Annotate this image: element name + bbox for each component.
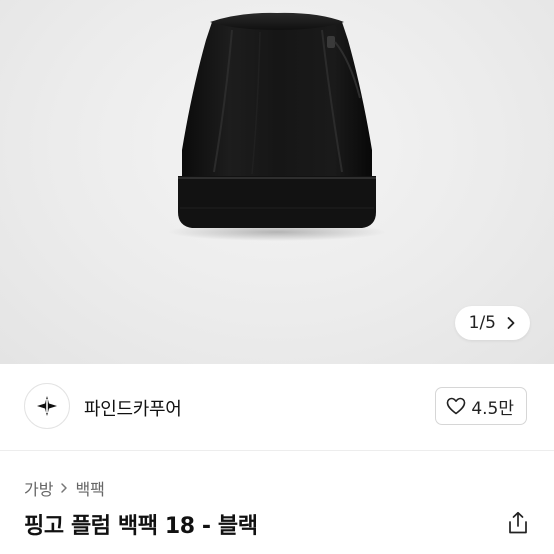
product-page: 1/5 파인드카푸어 4.5만 가방 백팩 핑고 플럼 백팩 18 - 블랙 xyxy=(0,0,554,554)
product-image-gallery[interactable]: 1/5 xyxy=(0,0,554,364)
like-count: 4.5만 xyxy=(471,398,514,419)
chevron-right-icon xyxy=(507,317,515,329)
heart-icon xyxy=(447,397,466,415)
chevron-right-icon xyxy=(61,483,68,493)
shop-info-row: 파인드카푸어 4.5만 xyxy=(0,364,554,450)
shop-avatar[interactable] xyxy=(24,383,70,429)
shop-name[interactable]: 파인드카푸어 xyxy=(84,395,182,421)
breadcrumb-item-backpacks[interactable]: 백팩 xyxy=(75,476,104,500)
breadcrumb-item-bags[interactable]: 가방 xyxy=(24,476,53,500)
product-title: 핑고 플럼 백팩 18 - 블랙 xyxy=(24,514,258,539)
image-page-indicator[interactable]: 1/5 xyxy=(454,306,530,340)
like-button[interactable]: 4.5만 xyxy=(435,387,527,425)
sparkle-logo-icon xyxy=(37,396,57,416)
breadcrumb: 가방 백팩 xyxy=(24,476,105,500)
image-counter: 1/5 xyxy=(468,313,496,333)
section-divider xyxy=(0,450,554,451)
share-button[interactable] xyxy=(506,510,530,536)
share-icon xyxy=(509,511,527,534)
